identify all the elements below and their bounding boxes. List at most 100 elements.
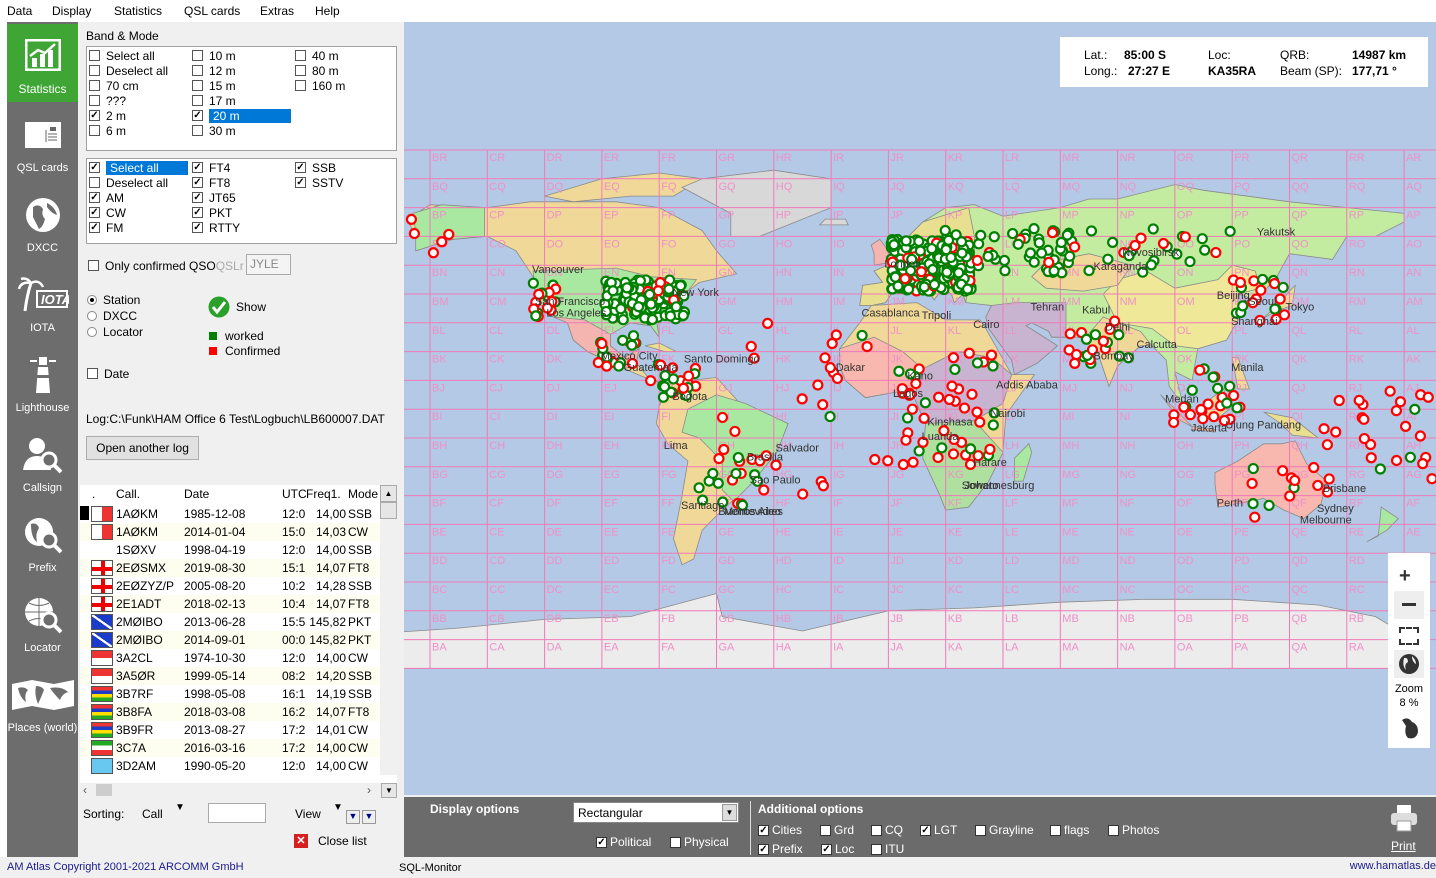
worked-station-marker[interactable] xyxy=(646,313,659,326)
confirmed-station-marker[interactable] xyxy=(971,254,983,267)
confirmed-station-marker[interactable] xyxy=(963,347,975,359)
checkbox-box[interactable]: ✓ xyxy=(295,177,306,188)
sorting-chevron-icon[interactable]: ▼ xyxy=(175,802,185,813)
scroll-down-arrow[interactable]: ▼ xyxy=(381,783,397,798)
worked-station-marker[interactable] xyxy=(1028,223,1040,235)
confirmed-station-marker[interactable] xyxy=(745,340,757,353)
worked-station-marker[interactable] xyxy=(530,310,542,322)
confirmed-station-marker[interactable] xyxy=(1289,474,1301,487)
table-row[interactable]: 3B8FA 2018-03-08 16:2 14,07 FT8 xyxy=(80,703,380,721)
worked-station-marker[interactable] xyxy=(988,231,1000,243)
worked-station-marker[interactable] xyxy=(913,235,925,247)
scroll-left-arrow[interactable]: ‹ xyxy=(83,783,87,797)
worked-station-marker[interactable] xyxy=(1247,462,1259,475)
band-checkbox[interactable]: 70 cm xyxy=(89,78,139,93)
band-checkbox[interactable]: Select all xyxy=(89,48,155,63)
confirmed-station-marker[interactable] xyxy=(716,411,729,424)
radio-dxcc[interactable]: DXCC xyxy=(87,309,137,323)
option-lgt-checkbox[interactable]: ✓ LGT xyxy=(920,823,957,837)
worked-station-marker[interactable] xyxy=(617,334,629,346)
worked-station-marker[interactable] xyxy=(677,309,689,321)
only-confirmed-checkbox[interactable]: Only confirmed QSO QSLr xyxy=(88,258,244,273)
confirmed-station-marker[interactable] xyxy=(1358,432,1370,445)
confirmed-station-marker[interactable] xyxy=(1321,439,1333,451)
worked-station-marker[interactable] xyxy=(693,482,705,494)
confirmed-station-marker[interactable] xyxy=(1194,364,1206,376)
confirmed-station-marker[interactable] xyxy=(718,443,730,456)
confirmed-station-marker[interactable] xyxy=(797,488,809,500)
nav-down-icon[interactable]: ▼ xyxy=(346,810,360,824)
checkbox-box[interactable] xyxy=(1108,824,1119,836)
option-grd-checkbox[interactable]: Grd xyxy=(820,823,854,837)
option-prefix-checkbox[interactable]: ✓ Prefix xyxy=(758,842,803,856)
worked-station-marker[interactable] xyxy=(1196,233,1208,245)
worked-station-marker[interactable] xyxy=(527,277,539,289)
band-checkbox[interactable]: 15 m xyxy=(192,78,236,93)
worked-station-marker[interactable] xyxy=(1085,225,1098,237)
confirmed-station-marker[interactable] xyxy=(1384,385,1396,397)
confirmed-station-marker[interactable] xyxy=(1046,227,1059,239)
mode-checkbox[interactable]: Deselect all xyxy=(89,175,168,190)
worked-station-marker[interactable] xyxy=(942,234,955,246)
table-row[interactable]: 3D2AM 1990-05-20 12:0 14,00 CW xyxy=(80,757,380,775)
confirmed-station-marker[interactable] xyxy=(1284,490,1296,502)
checkbox-box[interactable]: ✓ xyxy=(192,177,203,188)
worked-station-marker[interactable] xyxy=(1277,281,1289,294)
band-checkbox[interactable]: 17 m xyxy=(192,93,236,108)
option-grayline-checkbox[interactable]: Grayline xyxy=(975,823,1034,837)
worked-station-marker[interactable] xyxy=(613,360,625,372)
confirmed-station-marker[interactable] xyxy=(831,372,844,385)
confirmed-station-marker[interactable] xyxy=(1228,389,1240,402)
worked-station-marker[interactable] xyxy=(664,310,677,322)
worked-station-marker[interactable] xyxy=(892,280,904,292)
worked-station-marker[interactable] xyxy=(632,301,645,313)
mode-checkbox[interactable]: ✓ PKT xyxy=(192,205,232,220)
printer-icon[interactable] xyxy=(1389,803,1419,833)
checkbox-box[interactable]: ✓ xyxy=(758,824,769,836)
worked-station-marker[interactable] xyxy=(1224,225,1236,237)
table-row[interactable]: 3C7A 2016-03-16 17:2 14,00 CW xyxy=(80,739,380,757)
worked-station-marker[interactable] xyxy=(999,265,1011,277)
worked-station-marker[interactable] xyxy=(956,247,968,259)
confirmed-station-marker[interactable] xyxy=(1312,479,1324,492)
website-link[interactable]: www.hamatlas.de xyxy=(1350,860,1436,872)
worked-station-marker[interactable] xyxy=(939,224,951,237)
worked-station-marker[interactable] xyxy=(1147,223,1159,235)
confirmed-station-marker[interactable] xyxy=(966,388,978,400)
table-row[interactable]: 3B9FR 2013-08-27 17:2 14,01 CW xyxy=(80,721,380,739)
confirmed-station-marker[interactable] xyxy=(900,434,912,446)
menu-statistics[interactable]: Statistics xyxy=(114,4,162,18)
nav-last-icon[interactable]: ▼ xyxy=(362,810,376,824)
worked-station-marker[interactable] xyxy=(1064,250,1076,262)
worked-station-marker[interactable] xyxy=(926,243,938,255)
worked-station-marker[interactable] xyxy=(940,244,952,256)
col-header-date[interactable]: Date xyxy=(184,487,209,501)
confirmed-station-marker[interactable] xyxy=(645,375,657,387)
confirmed-station-marker[interactable] xyxy=(761,317,774,330)
confirmed-station-marker[interactable] xyxy=(824,362,836,374)
worked-station-marker[interactable] xyxy=(626,339,638,351)
checkbox-box[interactable] xyxy=(192,80,203,91)
table-row[interactable]: 1AØKM 2014-01-04 15:0 14,03 CW xyxy=(80,523,380,541)
worked-station-marker[interactable] xyxy=(621,282,633,294)
confirmed-station-marker[interactable] xyxy=(1249,511,1261,523)
worked-station-marker[interactable] xyxy=(670,301,682,313)
worked-station-marker[interactable] xyxy=(1237,300,1249,312)
fullscreen-icon[interactable] xyxy=(1399,627,1419,645)
worked-station-marker[interactable] xyxy=(644,288,656,300)
confirmed-station-marker[interactable] xyxy=(943,393,955,406)
confirmed-station-marker[interactable] xyxy=(1210,246,1222,259)
worked-station-marker[interactable] xyxy=(888,239,900,251)
checkbox-box[interactable]: ✓ xyxy=(758,843,769,855)
checkbox-box[interactable]: ✓ xyxy=(192,222,203,233)
table-row[interactable]: 2MØIBO 2013-06-28 15:5 145,82 PKT xyxy=(80,613,380,631)
worked-station-marker[interactable] xyxy=(901,412,914,424)
checkbox-box[interactable]: ✓ xyxy=(192,192,203,203)
confirmed-station-marker[interactable] xyxy=(729,425,741,438)
confirmed-station-marker[interactable] xyxy=(1422,391,1434,403)
worked-station-marker[interactable] xyxy=(949,363,961,376)
checkbox-box[interactable]: ✓ xyxy=(89,207,100,218)
band-checkbox[interactable]: 10 m xyxy=(192,48,236,63)
scroll-thumb[interactable] xyxy=(380,502,397,519)
checkbox-box[interactable]: ✓ xyxy=(920,824,931,836)
